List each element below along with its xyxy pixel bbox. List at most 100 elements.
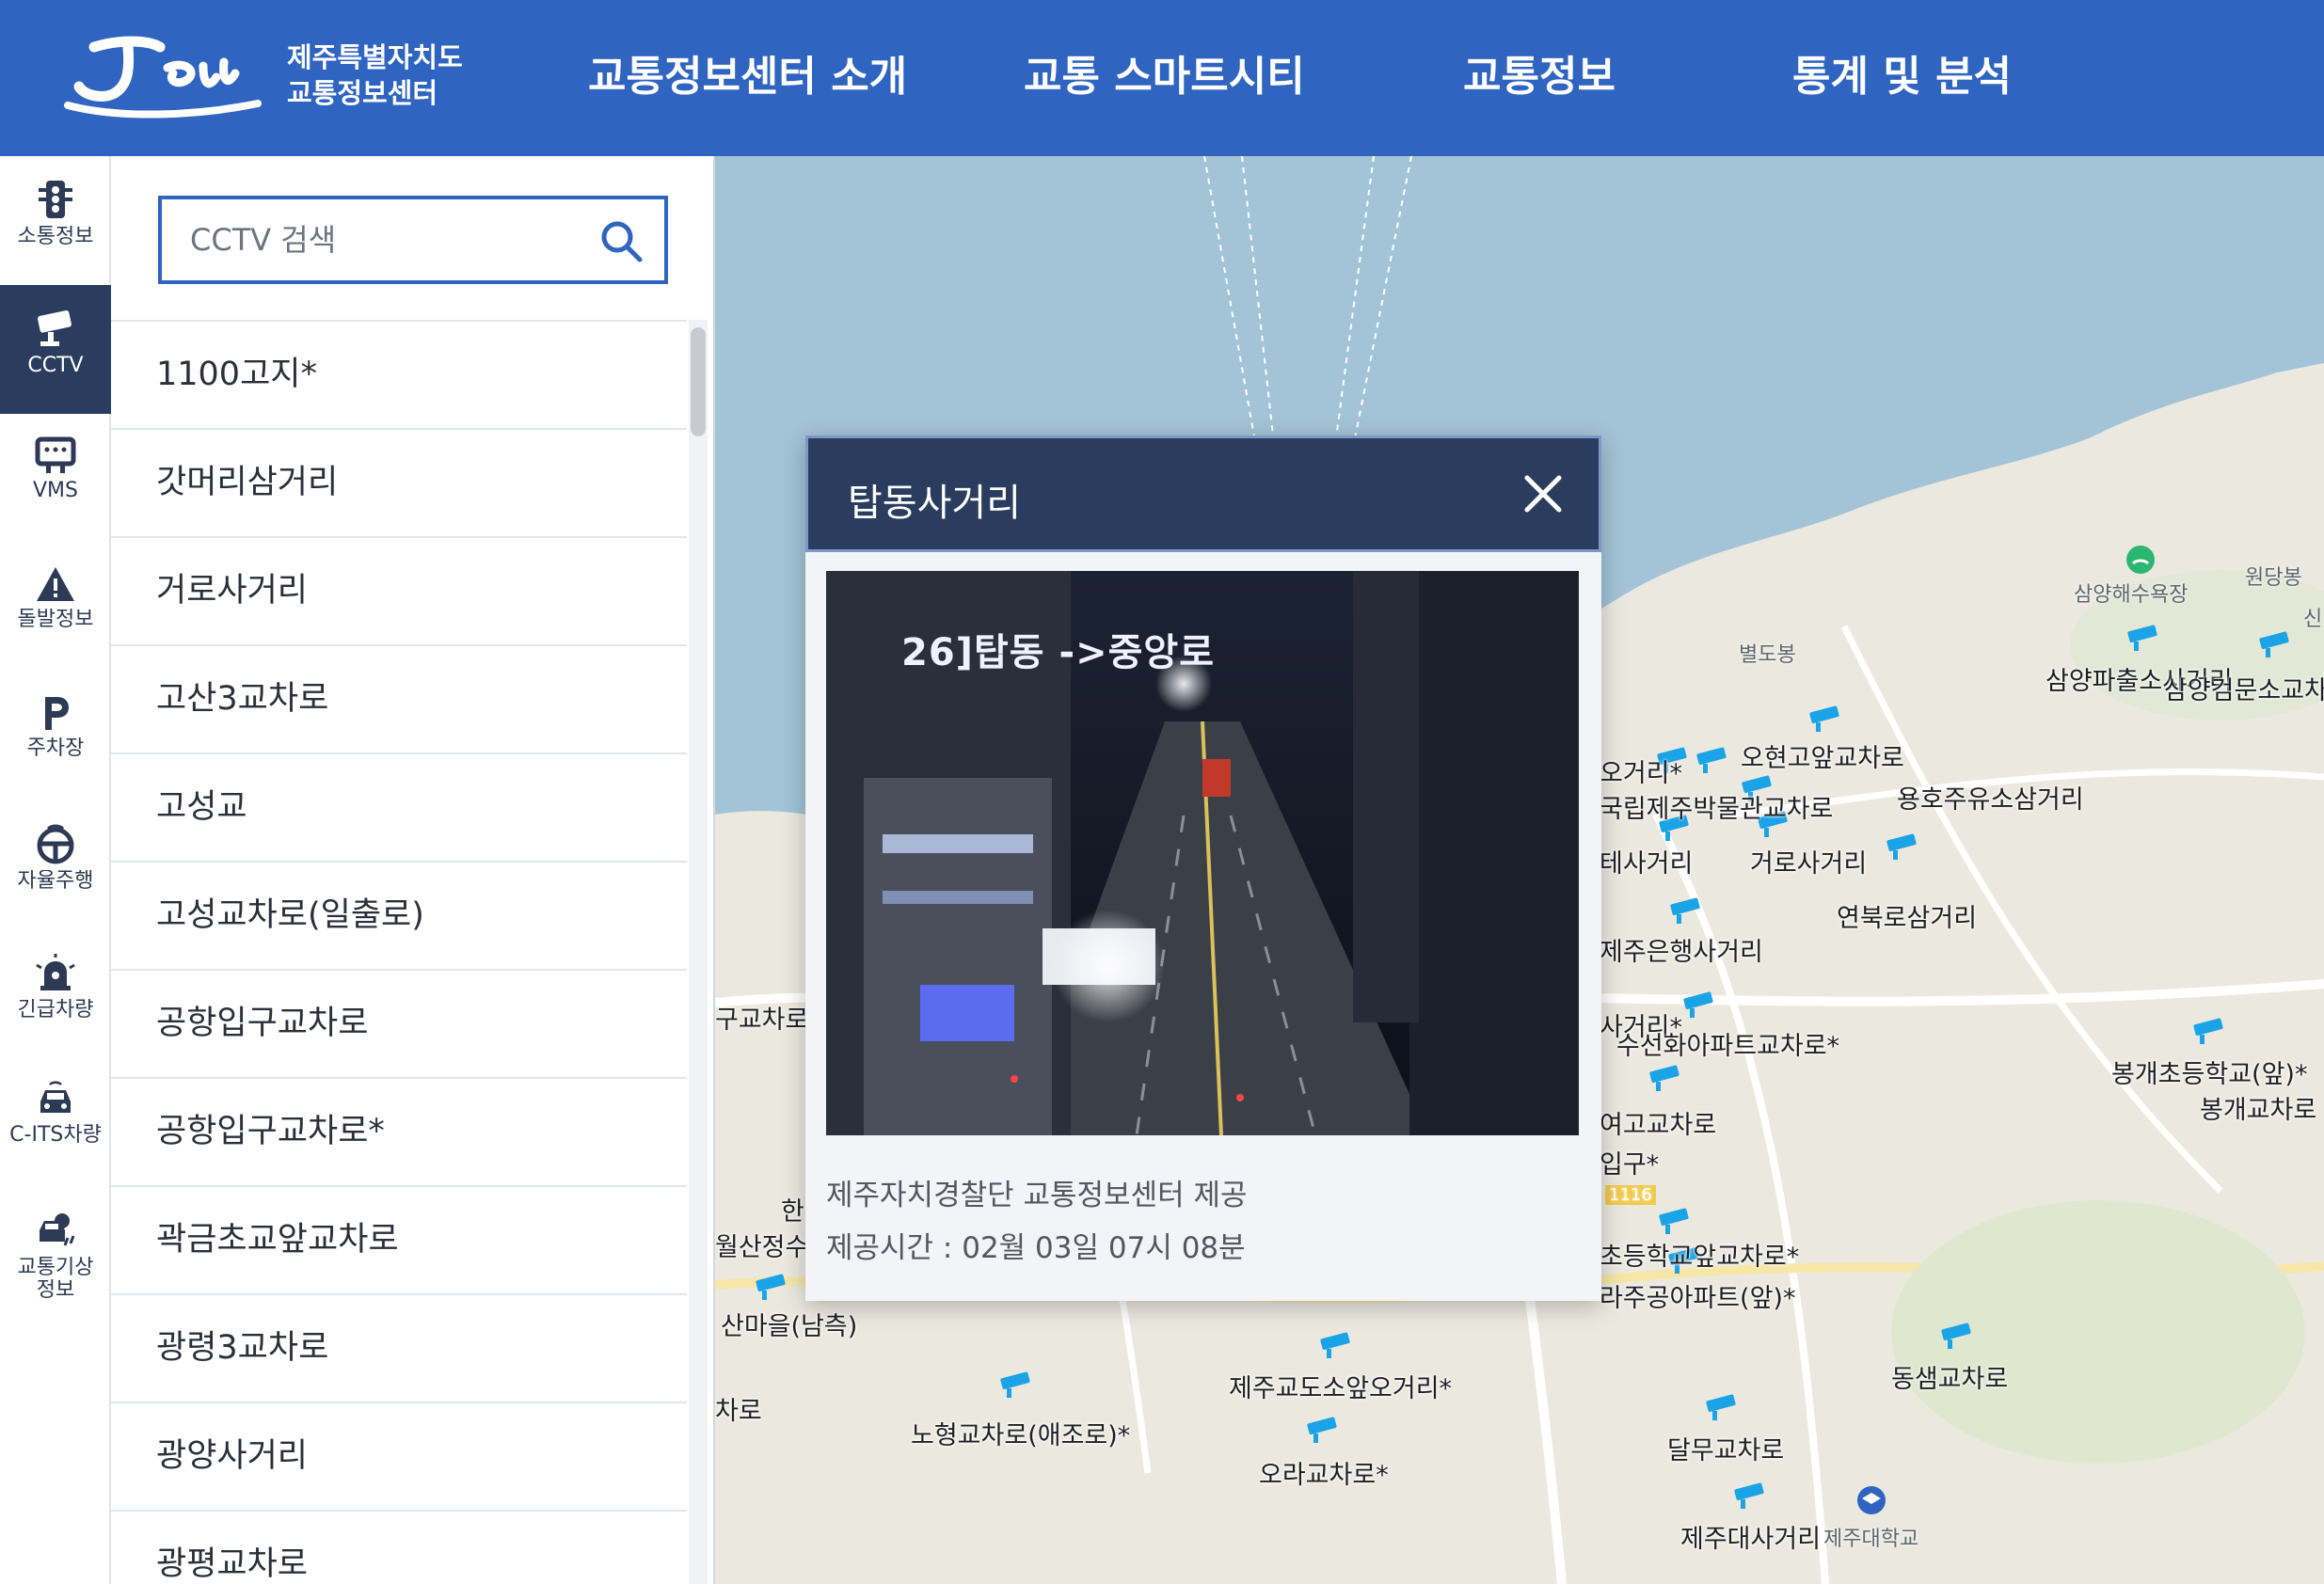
map-place-label: 입구*: [1600, 1150, 1660, 1180]
cctv-search-box: [158, 196, 668, 284]
map-place-label: 라주공아파트(앞)*: [1600, 1284, 1796, 1313]
cctv-marker-icon[interactable]: [1304, 1417, 1342, 1447]
vms-sign-icon: [35, 436, 76, 473]
rail-label-weather-2: 정보: [36, 1279, 75, 1302]
map-place-label: 차로: [715, 1397, 762, 1426]
list-item[interactable]: 광양사거리: [111, 1403, 687, 1512]
list-item[interactable]: 고산3교차로: [111, 646, 687, 754]
map-place-label: 초등학교앞교차로*: [1600, 1243, 1800, 1272]
map-place-label: 오현고앞교차로: [1741, 744, 1904, 773]
nav-traffic-info[interactable]: 교통정보: [1463, 42, 1616, 103]
map-place-label: 여고교차로: [1600, 1111, 1717, 1140]
list-scrollbar-thumb[interactable]: [691, 327, 706, 436]
nav-center-intro[interactable]: 교통정보센터 소개: [588, 42, 907, 103]
cctv-marker-icon[interactable]: [1938, 1323, 1976, 1353]
cctv-marker-icon[interactable]: [1656, 1208, 1694, 1238]
rail-item-traffic[interactable]: 소통정보: [0, 156, 111, 285]
map-place-label: 테사거리: [1600, 849, 1694, 879]
popup-header: 탑동사거리: [805, 436, 1601, 552]
list-item[interactable]: 광평교차로: [111, 1512, 687, 1584]
map-poi-label: 신: [2303, 608, 2323, 631]
map-place-label: 월산정수: [715, 1233, 809, 1262]
cctv-marker-icon[interactable]: [1667, 897, 1705, 927]
cctv-search-input[interactable]: [190, 216, 585, 263]
steering-wheel-icon: [37, 824, 74, 864]
rail-item-weather[interactable]: 교통기상 정보: [0, 1187, 111, 1328]
nav-smart-city[interactable]: 교통 스마트시티: [1024, 42, 1305, 103]
map-poi-label: 원당봉: [2245, 566, 2302, 590]
cctv-video-feed[interactable]: 26]탑동 ->중앙로: [826, 571, 1579, 1135]
map-place-label: 거로사거리: [1750, 849, 1868, 879]
university-icon: [1857, 1486, 1886, 1514]
cctv-marker-icon[interactable]: [753, 1274, 790, 1304]
map-place-label: 제주은행사거리: [1600, 938, 1763, 967]
list-item[interactable]: 고성교: [111, 754, 687, 863]
jeju-logo-icon: [64, 36, 262, 119]
org-name-line1: 제주특별자치도: [287, 41, 463, 73]
list-item[interactable]: 곽금초교앞교차로: [111, 1187, 687, 1295]
rail-item-incident[interactable]: 돌발정보: [0, 543, 111, 672]
org-name-line2: 교통정보센터: [287, 77, 438, 109]
map-place-label: 용호주유소삼거리: [1897, 785, 2084, 815]
org-name: 제주특별자치도 교통정보센터: [287, 40, 463, 111]
list-item[interactable]: 갓머리삼거리: [111, 430, 687, 538]
cctv-marker-icon[interactable]: [1647, 1065, 1684, 1095]
rail-item-parking[interactable]: 주차장: [0, 672, 111, 800]
map-poi-label: 삼양해수욕장: [2074, 583, 2189, 607]
map-place-label: 오라교차로*: [1259, 1461, 1389, 1490]
list-item[interactable]: 1100고지*: [111, 322, 687, 430]
car-icon: [40, 1081, 71, 1113]
weather-icon: [40, 1213, 75, 1246]
cctv-marker-icon[interactable]: [2256, 631, 2294, 661]
map-place-label: 봉개초등학교(앞)*: [2111, 1060, 2308, 1089]
map-place-label: 삼양검문소교차: [2164, 676, 2324, 705]
list-scrollbar-track[interactable]: [689, 320, 708, 1584]
cctv-marker-icon[interactable]: [997, 1371, 1035, 1402]
rail-item-vms[interactable]: VMS: [0, 414, 111, 543]
cctv-marker-icon[interactable]: [1703, 1394, 1741, 1424]
rail-item-cits[interactable]: C-ITS차량: [0, 1058, 111, 1187]
map-place-label: 국립제주박물관교차로: [1600, 795, 1834, 824]
list-item[interactable]: 공항입구교차로*: [111, 1079, 687, 1187]
cctv-marker-icon[interactable]: [1680, 991, 1718, 1022]
app-window: 제주특별자치도 교통정보센터 교통정보센터 소개 교통 스마트시티 교통정보 통…: [0, 0, 2324, 1584]
map-place-label: 연북로삼거리: [1837, 904, 1978, 933]
list-item[interactable]: 광령3교차로: [111, 1295, 687, 1403]
rail-label-cctv: CCTV: [27, 355, 84, 377]
map-place-label: 노형교차로(애조로)*: [911, 1421, 1131, 1450]
jeju-logo[interactable]: [62, 28, 269, 132]
siren-icon: [36, 954, 75, 990]
nav-statistics[interactable]: 통계 및 분석: [1792, 42, 2012, 103]
map-place-label: 봉개교차로: [2200, 1096, 2317, 1125]
rail-item-emergency[interactable]: 긴급차량: [0, 929, 111, 1058]
list-item[interactable]: 공항입구교차로: [111, 971, 687, 1079]
rail-label-parking: 주차장: [26, 737, 85, 760]
rail-label-emergency: 긴급차량: [17, 999, 94, 1022]
rail-item-autonomous[interactable]: 자율주행: [0, 800, 111, 929]
parking-icon: [45, 697, 69, 730]
rail-item-cctv[interactable]: CCTV: [0, 285, 111, 414]
cctv-marker-icon[interactable]: [1694, 747, 1731, 777]
list-item[interactable]: 거로사거리: [111, 538, 687, 646]
warning-icon: [37, 567, 74, 601]
cctv-marker-icon[interactable]: [1317, 1332, 1355, 1362]
cctv-popup: 탑동사거리 26]탑동 ->중앙로 제주자치경찰단 교통정보센터 제공 제공시간…: [805, 436, 1601, 1301]
cctv-marker-icon[interactable]: [2125, 625, 2162, 655]
feed-caption: 26]탑동 ->중앙로: [901, 631, 1215, 674]
map-place-label: 동샘교차로: [1891, 1365, 2009, 1394]
cctv-list-panel: 1100고지* 갓머리삼거리 거로사거리 고산3교차로 고성교 고성교차로(일출…: [111, 156, 715, 1584]
left-rail: 소통정보 CCTV VMS 돌발정보 주차장 자율주행 긴급차량 C-ITS차량…: [0, 156, 111, 1584]
list-item[interactable]: 고성교차로(일출로): [111, 863, 687, 971]
map-place-label: 수선화아파트교차로*: [1616, 1032, 1840, 1061]
cctv-list: 1100고지* 갓머리삼거리 거로사거리 고산3교차로 고성교 고성교차로(일출…: [111, 320, 687, 1584]
close-icon[interactable]: [1521, 472, 1565, 515]
cctv-marker-icon[interactable]: [1807, 705, 1844, 736]
map-place-label: 오거리*: [1600, 759, 1683, 788]
cctv-icon: [38, 310, 72, 346]
cctv-marker-icon[interactable]: [1731, 1482, 1769, 1513]
rail-label-incident: 돌발정보: [17, 609, 94, 631]
cctv-marker-icon[interactable]: [1884, 833, 1921, 863]
map-poi-label: 제주대학교: [1823, 1528, 1919, 1551]
search-icon[interactable]: [598, 218, 644, 263]
cctv-marker-icon[interactable]: [2190, 1018, 2228, 1048]
